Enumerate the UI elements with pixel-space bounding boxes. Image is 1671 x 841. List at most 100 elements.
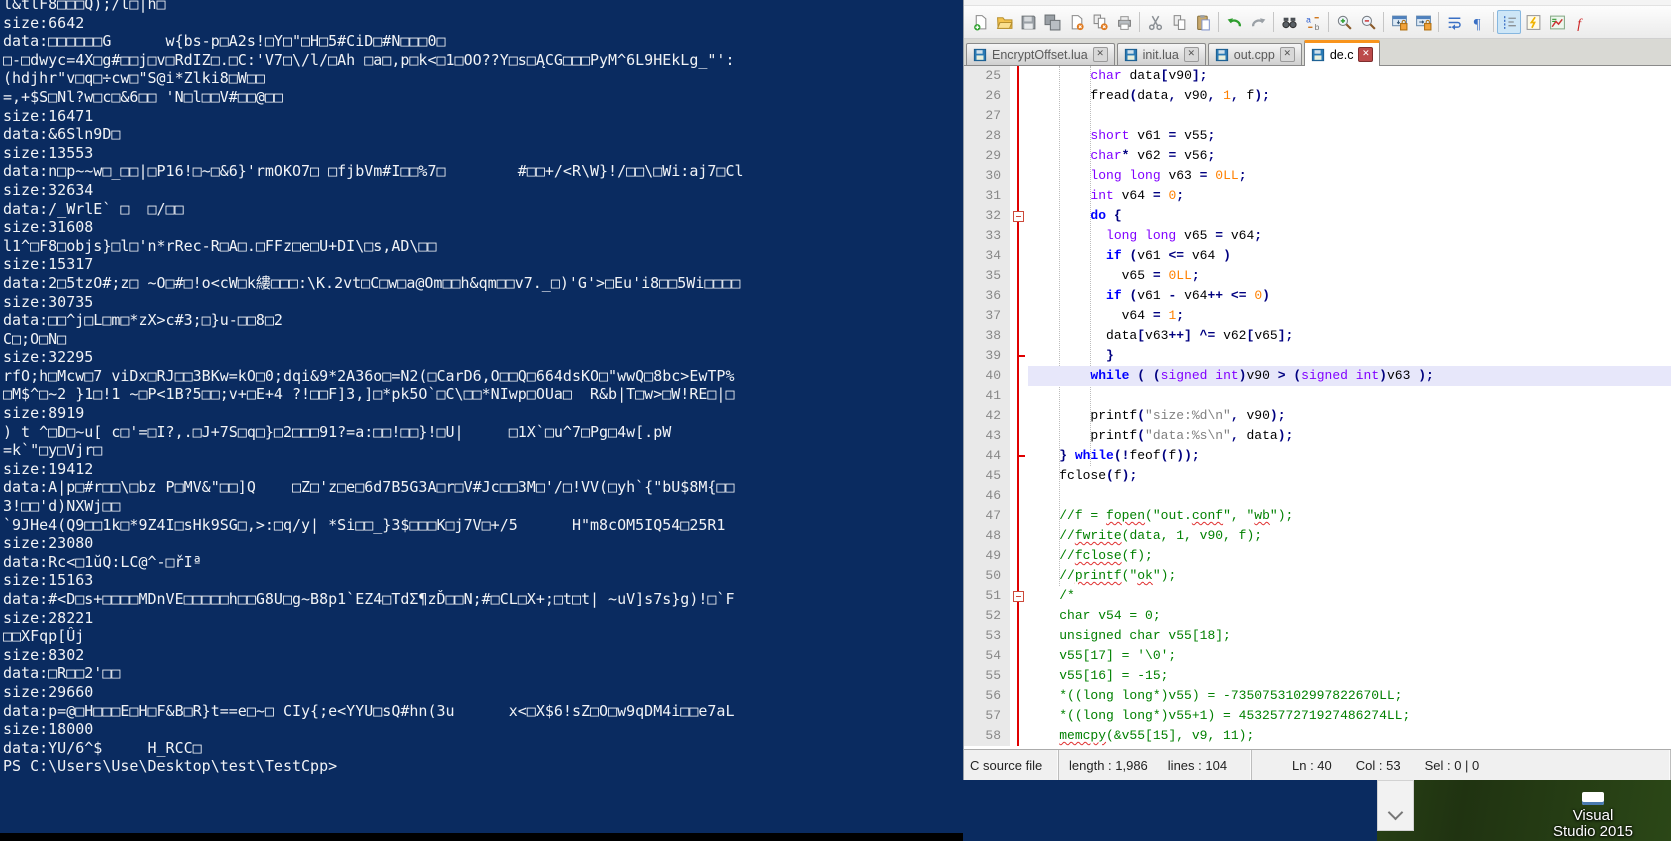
code-line[interactable]: 50 //printf("ok");	[964, 566, 1671, 586]
function-list-icon[interactable]: f	[1569, 10, 1593, 34]
code-line[interactable]: 33 long long v65 = v64;	[964, 226, 1671, 246]
code-line[interactable]: 44 } while(!feof(f));	[964, 446, 1671, 466]
fold-margin[interactable]	[1010, 86, 1028, 106]
code-line[interactable]: 32 do {	[964, 206, 1671, 226]
fold-margin[interactable]	[1010, 206, 1028, 226]
fold-margin[interactable]	[1010, 506, 1028, 526]
code-line[interactable]: 34 if (v61 <= v64 )	[964, 246, 1671, 266]
indent-guide-icon[interactable]	[1497, 10, 1521, 34]
fold-margin[interactable]	[1010, 626, 1028, 646]
find-icon[interactable]	[1277, 10, 1301, 34]
save-all-icon[interactable]	[1040, 10, 1064, 34]
zoom-in-icon[interactable]	[1332, 10, 1356, 34]
code-line[interactable]: 42 printf("size:%d\n", v90);	[964, 406, 1671, 426]
fold-margin[interactable]	[1010, 266, 1028, 286]
code-line[interactable]: 37 v64 = 1;	[964, 306, 1671, 326]
code-line[interactable]: 30 long long v63 = 0LL;	[964, 166, 1671, 186]
code-line[interactable]: 41	[964, 386, 1671, 406]
code-line[interactable]: 53 unsigned char v55[18];	[964, 626, 1671, 646]
code-line[interactable]: 58 memcpy(&v55[15], v9, 11);	[964, 726, 1671, 746]
open-folder-icon[interactable]	[992, 10, 1016, 34]
code-area[interactable]: 25 char data[v90]; 26 fread(data, v90, 1,…	[964, 66, 1671, 749]
code-line[interactable]: 48 //fwrite(data, 1, v90, f);	[964, 526, 1671, 546]
background-scrollbar[interactable]	[1377, 780, 1414, 831]
close-tab-icon[interactable]: ✕	[1358, 47, 1374, 62]
fold-margin[interactable]	[1010, 446, 1028, 466]
close-icon[interactable]	[1064, 10, 1088, 34]
replace-icon[interactable]: ab	[1301, 10, 1325, 34]
desktop-shortcut-visual-studio[interactable]: Visual Studio 2015	[1523, 792, 1663, 840]
fold-margin[interactable]	[1010, 126, 1028, 146]
fold-margin[interactable]	[1010, 366, 1028, 386]
fold-margin[interactable]	[1010, 486, 1028, 506]
fold-margin[interactable]	[1010, 306, 1028, 326]
fold-margin[interactable]	[1010, 166, 1028, 186]
code-line[interactable]: 52 char v54 = 0;	[964, 606, 1671, 626]
tab-EncryptOffset.lua[interactable]: EncryptOffset.lua ✕	[966, 43, 1115, 65]
code-line[interactable]: 28 short v61 = v55;	[964, 126, 1671, 146]
code-line[interactable]: 47 //f = fopen("out.conf", "wb");	[964, 506, 1671, 526]
word-wrap-icon[interactable]	[1442, 10, 1466, 34]
code-line[interactable]: 45 fclose(f);	[964, 466, 1671, 486]
fold-margin[interactable]	[1010, 426, 1028, 446]
fold-collapse-icon[interactable]	[1013, 591, 1024, 602]
fold-margin[interactable]	[1010, 146, 1028, 166]
fold-margin[interactable]	[1010, 286, 1028, 306]
code-line[interactable]: 27	[964, 106, 1671, 126]
sync-scroll-v-icon[interactable]	[1387, 10, 1411, 34]
code-line[interactable]: 36 if (v61 - v64++ <= 0)	[964, 286, 1671, 306]
code-line[interactable]: 39 }	[964, 346, 1671, 366]
close-tab-icon[interactable]: ✕	[1279, 47, 1295, 62]
save-icon[interactable]	[1016, 10, 1040, 34]
cut-icon[interactable]	[1143, 10, 1167, 34]
fold-margin[interactable]	[1010, 186, 1028, 206]
fold-margin[interactable]	[1010, 646, 1028, 666]
code-line[interactable]: 46	[964, 486, 1671, 506]
undo-icon[interactable]	[1222, 10, 1246, 34]
fold-margin[interactable]	[1010, 566, 1028, 586]
print-icon[interactable]	[1112, 10, 1136, 34]
tab-out.cpp[interactable]: out.cpp ✕	[1207, 43, 1302, 65]
show-all-chars-icon[interactable]: ¶	[1466, 10, 1490, 34]
code-line[interactable]: 31 int v64 = 0;	[964, 186, 1671, 206]
fold-margin[interactable]	[1010, 546, 1028, 566]
fold-margin[interactable]	[1010, 326, 1028, 346]
fold-margin[interactable]	[1010, 406, 1028, 426]
fold-margin[interactable]	[1010, 346, 1028, 366]
close-all-icon[interactable]	[1088, 10, 1112, 34]
fold-margin[interactable]	[1010, 726, 1028, 746]
copy-icon[interactable]	[1167, 10, 1191, 34]
fold-margin[interactable]	[1010, 686, 1028, 706]
doc-map-icon[interactable]	[1521, 10, 1545, 34]
fold-collapse-icon[interactable]	[1013, 211, 1024, 222]
code-line[interactable]: 51 /*	[964, 586, 1671, 606]
fold-margin[interactable]	[1010, 706, 1028, 726]
tab-init.lua[interactable]: init.lua ✕	[1116, 43, 1206, 65]
code-line[interactable]: 29 char* v62 = v56;	[964, 146, 1671, 166]
fold-margin[interactable]	[1010, 586, 1028, 606]
fold-margin[interactable]	[1010, 466, 1028, 486]
code-line[interactable]: 49 //fclose(f);	[964, 546, 1671, 566]
code-line[interactable]: 56 *((long long*)v55) = -735075310299782…	[964, 686, 1671, 706]
code-line[interactable]: 25 char data[v90];	[964, 66, 1671, 86]
zoom-out-icon[interactable]	[1356, 10, 1380, 34]
fold-margin[interactable]	[1010, 666, 1028, 686]
redo-icon[interactable]	[1246, 10, 1270, 34]
sync-scroll-h-icon[interactable]	[1411, 10, 1435, 34]
fold-margin[interactable]	[1010, 226, 1028, 246]
new-file-icon[interactable]	[968, 10, 992, 34]
fold-margin[interactable]	[1010, 246, 1028, 266]
code-line[interactable]: 40 while ( (signed int)v90 > (signed int…	[964, 366, 1671, 386]
code-line[interactable]: 35 v65 = 0LL;	[964, 266, 1671, 286]
code-line[interactable]: 57 *((long long*)v55+1) = 45325772719274…	[964, 706, 1671, 726]
close-tab-icon[interactable]: ✕	[1183, 47, 1199, 62]
fold-margin[interactable]	[1010, 606, 1028, 626]
code-line[interactable]: 43 printf("data:%s\n", data);	[964, 426, 1671, 446]
powershell-terminal[interactable]: l&tlF8□□□Q);/l□|h□ size:6642 data:□□□□□□G …	[0, 0, 963, 833]
code-line[interactable]: 26 fread(data, v90, 1, f);	[964, 86, 1671, 106]
fold-margin[interactable]	[1010, 386, 1028, 406]
paste-icon[interactable]	[1191, 10, 1215, 34]
code-line[interactable]: 54 v55[17] = '\0';	[964, 646, 1671, 666]
tab-de.c[interactable]: de.c ✕	[1303, 40, 1381, 66]
fold-margin[interactable]	[1010, 106, 1028, 126]
